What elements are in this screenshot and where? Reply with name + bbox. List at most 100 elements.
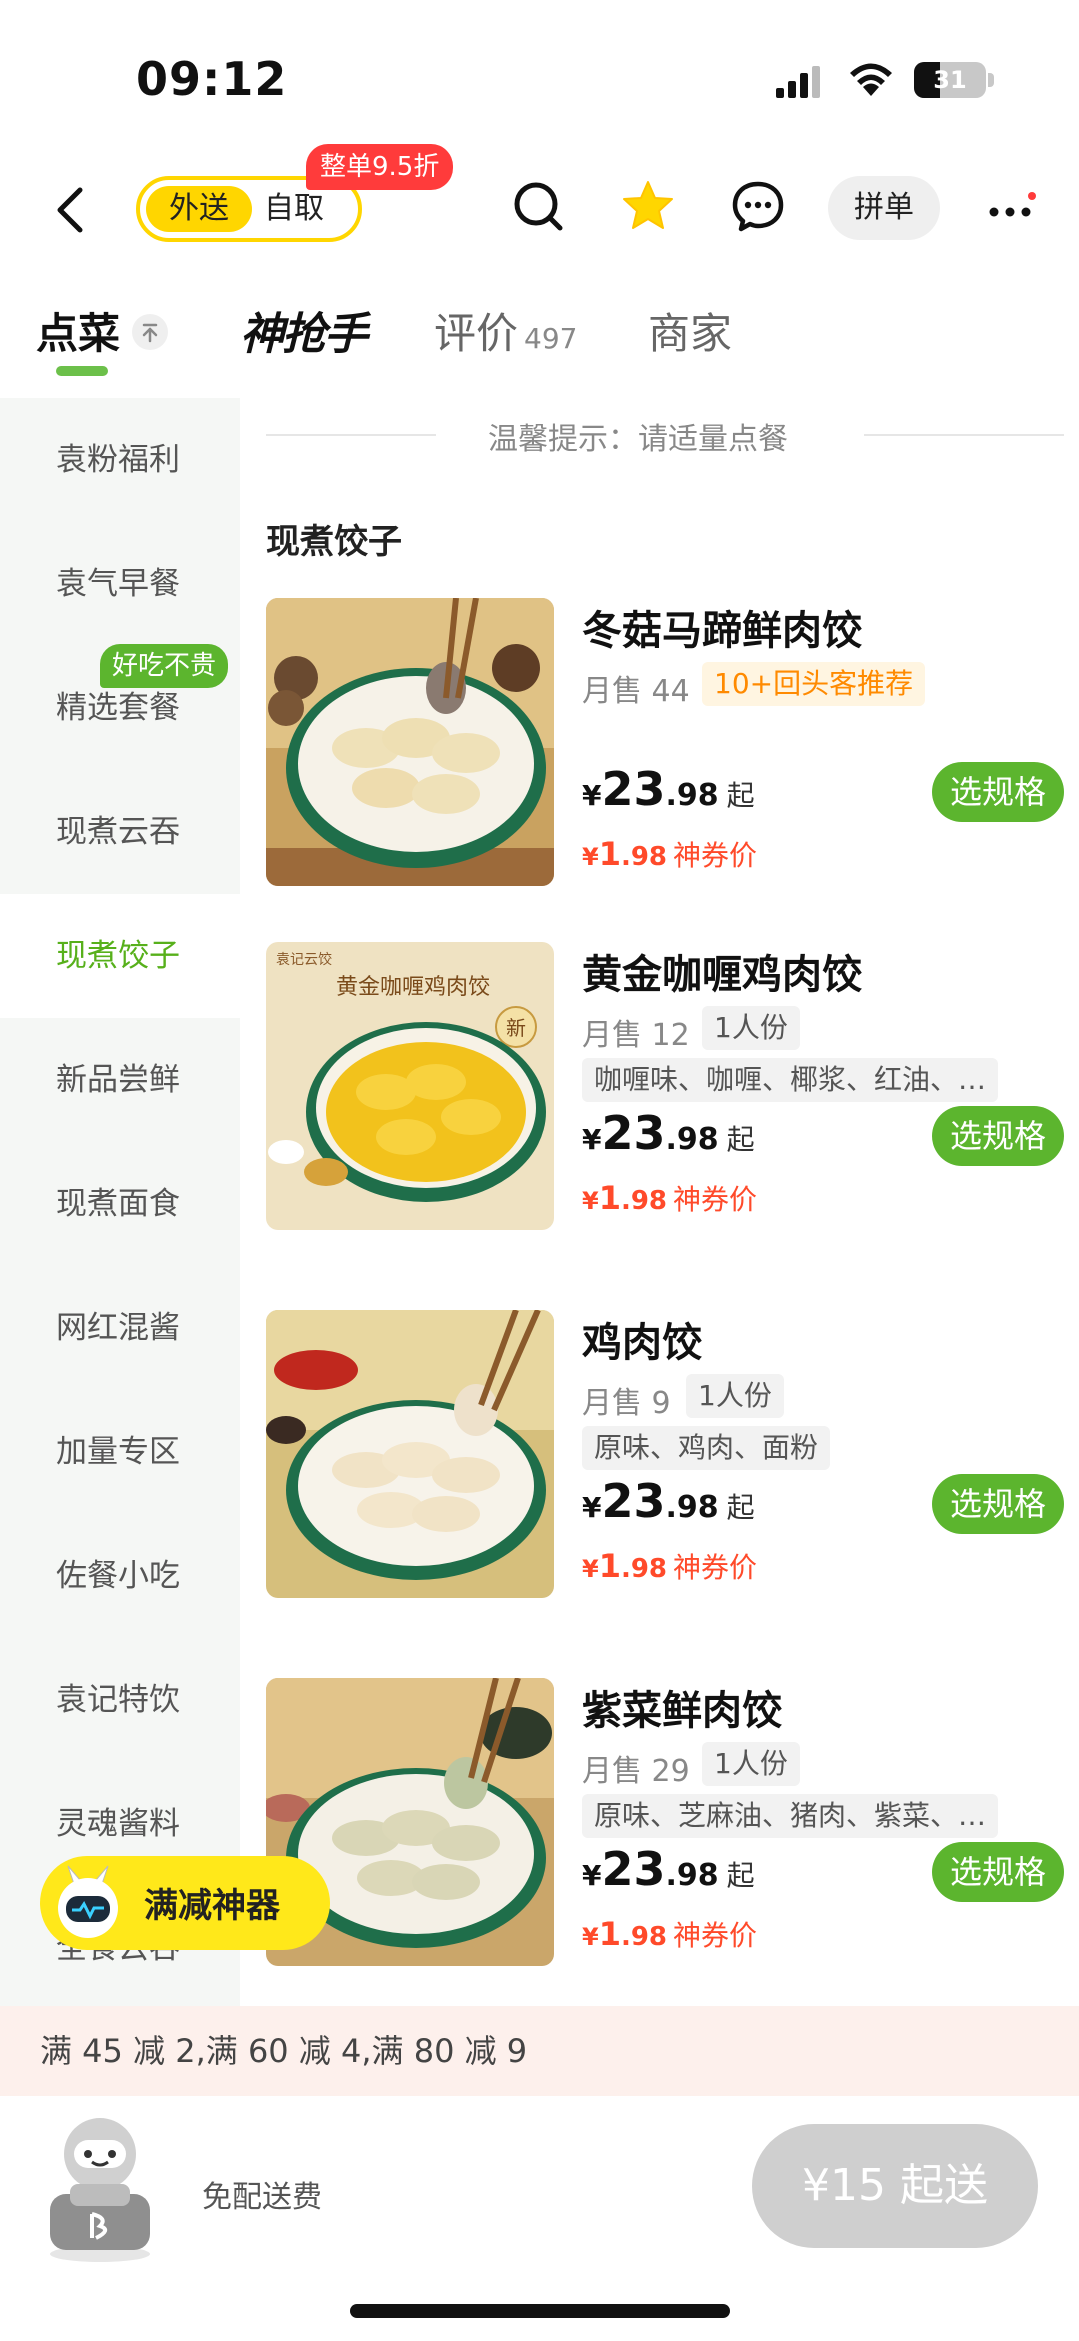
tab-reviews[interactable]: 评价 — [434, 300, 518, 361]
monthly-sales: 月售 9 — [582, 1386, 671, 1421]
coupon-label: 神券价 — [673, 1551, 758, 1584]
repeat-customer-badge: 10+回头客推荐 — [702, 662, 926, 706]
ingredients-tag: 原味、芝麻油、猪肉、紫菜、… — [582, 1794, 999, 1838]
category-tag: 好吃不贵 — [100, 644, 229, 688]
cart-robot-icon[interactable] — [30, 2114, 170, 2264]
signal-icon — [776, 66, 820, 98]
mode-pickup[interactable]: 自取 — [264, 186, 354, 232]
status-time: 09:12 — [136, 52, 288, 106]
sidebar-item[interactable]: 现煮面食 — [0, 1142, 240, 1266]
price-integer: 23 — [601, 1106, 666, 1160]
dish-image[interactable]: 袁记云饺 黄金咖喱鸡肉饺 新 — [266, 942, 554, 1230]
sidebar-item-active[interactable]: 现煮饺子 — [0, 894, 240, 1018]
coupon-label: 神券价 — [673, 839, 758, 872]
coupon-decimal: .98 — [620, 842, 668, 872]
coupon-currency: ¥ — [582, 1187, 599, 1215]
price-decimal: .98 — [665, 1122, 719, 1157]
portion-badge: 1人份 — [686, 1374, 784, 1418]
coupon-decimal: .98 — [620, 1554, 668, 1584]
robot-mascot-icon — [58, 1865, 118, 1938]
dish-name: 黄金咖喱鸡肉饺 — [582, 952, 862, 998]
coupon-price: ¥1.98 神券价 — [582, 1914, 757, 1954]
group-order-button[interactable]: 拼单 — [828, 176, 940, 240]
select-spec-button[interactable]: 选规格 — [932, 762, 1064, 822]
coupon-label: 神券价 — [673, 1919, 758, 1952]
dish-list[interactable]: 温馨提示：请适量点餐 现煮饺子 冬菇马蹄鲜肉饺 月售 44 10+回头客推荐 ¥… — [240, 398, 1079, 2008]
tab-flash-deals[interactable]: 神抢手 — [240, 298, 368, 362]
coupon-decimal: .98 — [620, 1922, 668, 1952]
price-currency: ¥ — [582, 1859, 602, 1892]
review-count: 497 — [524, 322, 578, 355]
coupon-integer: 1 — [598, 1179, 621, 1217]
full-reduction-bar: 满 45 减 2,满 60 减 4,满 80 减 9 — [0, 2006, 1079, 2096]
discount-helper-button[interactable]: 满减神器 — [40, 1856, 330, 1950]
active-tab-indicator — [56, 366, 108, 376]
price-suffix: 起 — [726, 779, 755, 812]
sidebar-item[interactable]: 网红混酱 — [0, 1266, 240, 1390]
portion-badge: 1人份 — [702, 1742, 800, 1786]
coupon-integer: 1 — [598, 1547, 621, 1585]
dish-image[interactable] — [266, 598, 554, 886]
price-currency: ¥ — [582, 1123, 602, 1156]
dish-card[interactable]: 袁记云饺 黄金咖喱鸡肉饺 新 黄金咖喱鸡肉饺 月售 12 1人份 咖喱味、咖喱、… — [266, 942, 1066, 1262]
tab-merchant[interactable]: 商家 — [648, 300, 732, 361]
sidebar-item[interactable]: 加量专区 — [0, 1390, 240, 1514]
min-order-checkout-button[interactable]: ¥15 起送 — [752, 2124, 1038, 2248]
tab-order[interactable]: 点菜 — [36, 300, 120, 361]
status-bar: 09:12 31 — [0, 0, 1079, 150]
sidebar-item[interactable]: 新品尝鲜 — [0, 1018, 240, 1142]
price-decimal: .98 — [665, 1858, 719, 1893]
price-currency: ¥ — [582, 779, 602, 812]
section-title: 现煮饺子 — [266, 522, 402, 562]
sidebar-item[interactable]: 佐餐小吃 — [0, 1514, 240, 1638]
price-suffix: 起 — [726, 1123, 755, 1156]
favorite-star-icon[interactable] — [620, 178, 676, 234]
search-icon[interactable] — [510, 178, 566, 234]
sidebar-item[interactable]: 袁粉福利 — [0, 398, 240, 522]
dish-name: 冬菇马蹄鲜肉饺 — [582, 608, 862, 654]
dish-card[interactable]: 鸡肉饺 月售 9 1人份 原味、鸡肉、面粉 ¥23.98 起 ¥1.98 神券价 选… — [266, 1310, 1066, 1630]
price-integer: 23 — [601, 762, 666, 816]
image-title: 黄金咖喱鸡肉饺 — [336, 975, 490, 1000]
sidebar-item[interactable]: 现煮云吞 — [0, 770, 240, 894]
discount-badge: 整单9.5折 — [306, 144, 454, 190]
price: ¥23.98 起 — [582, 1106, 755, 1160]
price: ¥23.98 起 — [582, 1474, 755, 1528]
mode-delivery[interactable]: 外送 — [146, 186, 252, 232]
battery-level: 31 — [933, 66, 967, 94]
monthly-sales: 月售 12 — [582, 1018, 690, 1053]
portion-badge: 1人份 — [702, 1006, 800, 1050]
more-icon[interactable] — [986, 190, 1036, 230]
coupon-currency: ¥ — [582, 1923, 599, 1951]
coupon-currency: ¥ — [582, 843, 599, 871]
price-decimal: .98 — [665, 1490, 719, 1525]
cart-bar: 免配送费 ¥15 起送 — [0, 2096, 1079, 2341]
select-spec-button[interactable]: 选规格 — [932, 1106, 1064, 1166]
wifi-icon — [850, 63, 892, 96]
chat-icon[interactable] — [730, 178, 786, 234]
sidebar-item[interactable]: 袁记特饮 — [0, 1638, 240, 1762]
coupon-price: ¥1.98 神券价 — [582, 1178, 757, 1218]
price-suffix: 起 — [726, 1859, 755, 1892]
discount-helper-label: 满减神器 — [144, 1886, 280, 1926]
coupon-price: ¥1.98 神券价 — [582, 1546, 757, 1586]
price-decimal: .98 — [665, 778, 719, 813]
ingredients-tag: 原味、鸡肉、面粉 — [582, 1426, 831, 1470]
dish-image[interactable] — [266, 1310, 554, 1598]
image-new-stamp: 新 — [506, 1016, 526, 1040]
back-icon[interactable] — [50, 185, 90, 235]
select-spec-button[interactable]: 选规格 — [932, 1474, 1064, 1534]
dish-name: 紫菜鲜肉饺 — [582, 1688, 782, 1734]
battery-icon: 31 — [914, 62, 986, 98]
free-delivery-label: 免配送费 — [202, 2180, 322, 2215]
dish-card[interactable]: 冬菇马蹄鲜肉饺 月售 44 10+回头客推荐 ¥23.98 起 ¥1.98 神券价 … — [266, 598, 1066, 918]
divider — [864, 434, 1064, 436]
select-spec-button[interactable]: 选规格 — [932, 1842, 1064, 1902]
coupon-currency: ¥ — [582, 1555, 599, 1583]
sidebar-item[interactable]: 袁气早餐 — [0, 522, 240, 646]
home-indicator[interactable] — [350, 2304, 730, 2318]
price-integer: 23 — [601, 1474, 666, 1528]
dish-card[interactable]: 紫菜鲜肉饺 月售 29 1人份 原味、芝麻油、猪肉、紫菜、… ¥23.98 起 ¥… — [266, 1678, 1066, 1998]
collapse-up-icon[interactable] — [132, 314, 168, 350]
category-sidebar[interactable]: 袁粉福利 袁气早餐 精选套餐 现煮云吞 现煮饺子 新品尝鲜 现煮面食 网红混酱 … — [0, 398, 240, 2008]
